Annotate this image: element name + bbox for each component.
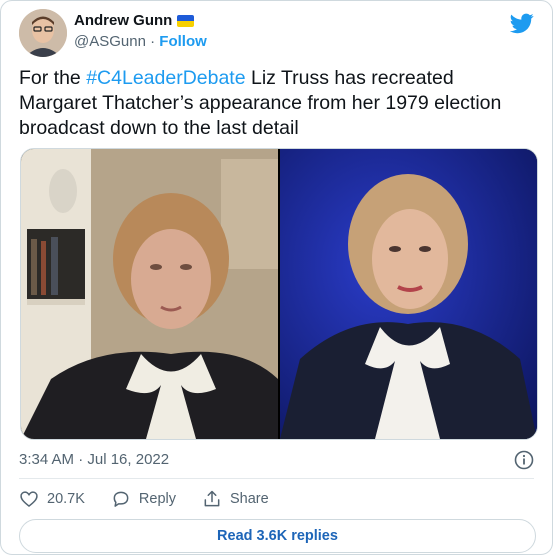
media-photo-left[interactable] <box>21 149 278 439</box>
tweet-card: Andrew Gunn @ASGunn · Follow For the #C4… <box>0 0 553 555</box>
like-count: 20.7K <box>47 491 85 507</box>
read-replies-button[interactable]: Read 3.6K replies <box>19 519 536 553</box>
like-button[interactable]: 20.7K <box>19 489 85 509</box>
author-display-name[interactable]: Andrew Gunn <box>74 11 172 31</box>
twitter-bird-icon[interactable] <box>510 11 534 35</box>
author-handle[interactable]: @ASGunn <box>74 33 146 50</box>
share-icon <box>204 490 220 507</box>
reply-bubble-icon <box>113 491 129 507</box>
tweet-media[interactable] <box>20 148 538 440</box>
avatar[interactable] <box>19 9 67 57</box>
author-names: Andrew Gunn @ASGunn · Follow <box>74 11 207 52</box>
share-button[interactable]: Share <box>202 489 269 509</box>
tweet-text-before: For the <box>19 67 87 89</box>
handle-separator: · <box>145 33 160 50</box>
ukraine-flag-icon <box>177 15 195 27</box>
reply-label: Reply <box>138 491 176 507</box>
share-label: Share <box>229 491 269 507</box>
hashtag-link[interactable]: #C4LeaderDebate <box>86 67 245 89</box>
tweet-header: Andrew Gunn @ASGunn · Follow <box>19 9 534 57</box>
media-photo-right[interactable] <box>280 149 537 439</box>
tweet-text: For the #C4LeaderDebate Liz Truss has re… <box>19 66 534 141</box>
tweet-actions: 20.7K Reply Share <box>19 487 295 511</box>
reply-button[interactable]: Reply <box>111 489 176 509</box>
divider <box>19 478 534 479</box>
heart-icon <box>20 491 38 508</box>
info-icon[interactable] <box>514 450 534 470</box>
tweet-timestamp[interactable]: 3:34 AM · Jul 16, 2022 <box>19 450 169 470</box>
follow-button[interactable]: Follow <box>159 33 207 50</box>
